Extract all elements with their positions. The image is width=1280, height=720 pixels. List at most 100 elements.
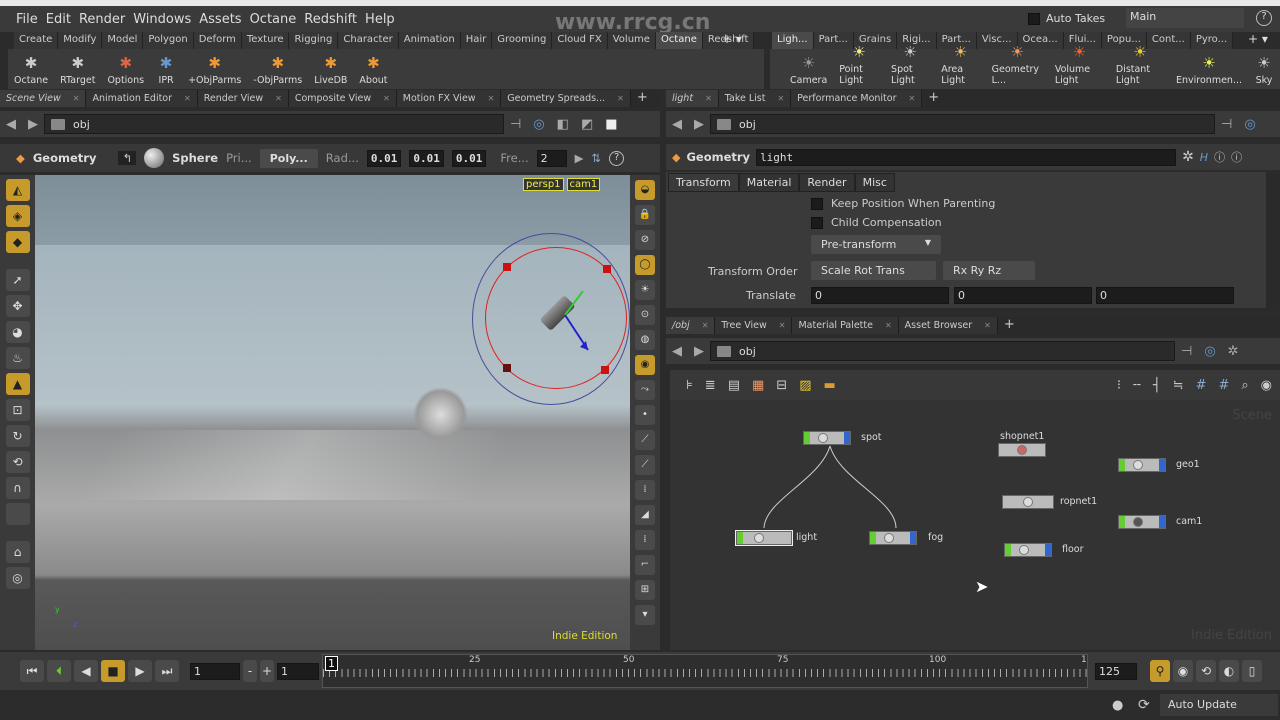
shelf-tool[interactable]: ☀ Point Light	[839, 42, 879, 86]
timeline-scrubber[interactable]: 1 25 50 75 100 1	[322, 654, 1089, 688]
shelf-tool[interactable]: ☀ Sky	[1254, 53, 1274, 86]
refresh-icon[interactable]: ⟳	[1138, 697, 1150, 713]
transform-axes[interactable]	[555, 275, 615, 355]
display-option-icon[interactable]: 🔒	[635, 205, 655, 225]
shelf-tab[interactable]: Grooming	[492, 32, 553, 49]
handle-point[interactable]	[503, 263, 511, 271]
camera-menu[interactable]: persp1	[523, 178, 564, 191]
menu-file[interactable]: File	[16, 12, 38, 27]
cam-menu[interactable]: cam1	[566, 178, 601, 191]
back-icon[interactable]: ◀	[672, 117, 682, 132]
shelf-tool[interactable]: ✱ About	[359, 53, 387, 86]
magnet-tool-icon[interactable]: ✥	[5, 295, 30, 317]
display-option-icon[interactable]: ⊙	[635, 305, 655, 325]
display-option-icon[interactable]: ▾	[635, 605, 655, 625]
node-light[interactable]	[735, 530, 793, 546]
info-icon[interactable]: ⓘ	[1214, 149, 1225, 165]
shelf-tab[interactable]: Animation	[398, 32, 461, 49]
pane-tab[interactable]: Animation Editor ✕	[86, 90, 198, 107]
sticky-note-icon[interactable]: ▨	[799, 378, 811, 393]
radius-y[interactable]: 0.01	[409, 149, 444, 167]
pane-tab[interactable]: Geometry Spreads... ✕	[501, 90, 631, 107]
shelf-tool[interactable]: ☀ Spot Light	[891, 42, 929, 86]
shelf-tab[interactable]: Volume	[607, 32, 656, 49]
display-option-icon[interactable]: ⊞	[635, 580, 655, 600]
shelf-tool[interactable]: ✱ +ObjParms	[188, 53, 241, 86]
gear-icon[interactable]: ✲	[1182, 149, 1194, 165]
go-end-icon[interactable]: ⏭	[155, 660, 179, 682]
help-icon[interactable]: ?	[609, 150, 625, 166]
link-icon[interactable]: ◎	[1204, 344, 1215, 359]
node-shopnet1[interactable]	[998, 443, 1046, 457]
play-reverse-icon[interactable]: ◀	[74, 660, 98, 682]
shelf-tool[interactable]: ✱ Options	[107, 53, 144, 86]
display-option-icon[interactable]: ⟋	[635, 455, 655, 475]
forward-icon[interactable]: ▶	[694, 117, 704, 132]
display-icon[interactable]: ◧	[557, 117, 569, 132]
details-icon[interactable]: ▤	[728, 378, 740, 393]
move-tool-icon[interactable]: ◈	[5, 205, 30, 227]
display-option-icon[interactable]: ⁞	[635, 480, 655, 500]
radius-x[interactable]: 0.01	[366, 149, 402, 167]
camera2-tool-icon[interactable]: ⌂	[5, 541, 30, 563]
align-h-icon[interactable]: ╌	[1133, 378, 1141, 393]
increment-icon[interactable]: +	[260, 660, 274, 682]
pin-icon[interactable]: ⊣	[1181, 344, 1192, 359]
lock-icon[interactable]: ↰	[118, 151, 137, 165]
light-tool-icon[interactable]: ♨	[5, 347, 30, 369]
current-frame-field[interactable]: 1	[190, 662, 240, 680]
display-option-icon[interactable]: ⤳	[635, 380, 655, 400]
shelf-tool[interactable]: ✱ -ObjParms	[253, 53, 302, 86]
pane-tab[interactable]: Asset Browser ✕	[898, 317, 998, 334]
flipbook-icon[interactable]: ●	[1112, 698, 1123, 713]
lasso-tool-icon[interactable]: ⟲	[5, 451, 30, 473]
pin-icon[interactable]: ⊣	[510, 117, 521, 132]
node-ropnet1[interactable]	[1002, 495, 1054, 509]
forward-icon[interactable]: ▶	[28, 117, 38, 132]
rotation-order-select[interactable]: Rx Ry Rz	[943, 261, 1035, 280]
shelf-tab[interactable]: Texture	[241, 32, 290, 49]
shelf-tab[interactable]: Pyro...	[1190, 32, 1234, 49]
shading-icon[interactable]: ◩	[581, 117, 593, 132]
path-field[interactable]: obj	[710, 114, 1215, 134]
close-tab-icon[interactable]: ✕	[984, 321, 991, 330]
brush-tool-icon[interactable]: ∩	[5, 477, 30, 499]
shelf-tool[interactable]: ☀ Distant Light	[1116, 42, 1164, 86]
pane-tab[interactable]: Take List ✕	[718, 90, 792, 107]
display-option-icon[interactable]: •	[635, 405, 655, 425]
translate-y[interactable]: 0	[954, 287, 1092, 304]
handle-point[interactable]	[601, 366, 609, 374]
shelf-tab[interactable]: Modify	[58, 32, 103, 49]
zoom-icon[interactable]: ⌕	[1241, 378, 1248, 393]
back-icon[interactable]: ◀	[6, 117, 16, 132]
shelf-tab[interactable]: Rigging	[289, 32, 339, 49]
radius-z[interactable]: 0.01	[451, 149, 487, 167]
menu-assets[interactable]: Assets	[199, 12, 241, 27]
snap-tool-icon[interactable]	[5, 503, 30, 525]
key-icon[interactable]: ⚲	[1150, 660, 1170, 682]
shelf-tool[interactable]: ☀ Environmen...	[1176, 53, 1242, 86]
freq-field[interactable]: 2	[536, 149, 567, 167]
keep-position-checkbox[interactable]	[811, 197, 823, 210]
shelf-tab[interactable]: Deform	[193, 32, 242, 49]
link-icon[interactable]: ◎	[533, 117, 544, 132]
shelf-tool[interactable]: ✱ LiveDB	[314, 53, 347, 86]
transform-order-select[interactable]: Scale Rot Trans	[811, 261, 936, 280]
display-option-icon[interactable]: ☀	[635, 280, 655, 300]
display-option-icon[interactable]: ◍	[635, 330, 655, 350]
pretransform-menu[interactable]: Pre-transform ▼	[811, 235, 941, 254]
display-option-icon[interactable]: ◒	[635, 180, 655, 200]
shelf-tool[interactable]: ☀ Area Light	[941, 42, 979, 86]
add-tab-icon[interactable]: +	[922, 90, 945, 107]
realtime-icon[interactable]: ◉	[1173, 660, 1193, 682]
display-option-icon[interactable]: ⁞	[635, 530, 655, 550]
close-tab-icon[interactable]: ✕	[777, 94, 784, 103]
node-fog[interactable]	[869, 531, 917, 545]
subnet-icon[interactable]: ▬	[823, 378, 835, 393]
node-floor[interactable]	[1004, 543, 1052, 557]
child-comp-checkbox[interactable]	[811, 216, 823, 229]
shelf-tool[interactable]: ☀ Camera	[790, 53, 827, 86]
gear-icon[interactable]: ✲	[1228, 344, 1239, 359]
eye-tool-icon[interactable]: ◎	[5, 567, 30, 589]
update-mode-select[interactable]: Auto Update	[1160, 694, 1278, 716]
